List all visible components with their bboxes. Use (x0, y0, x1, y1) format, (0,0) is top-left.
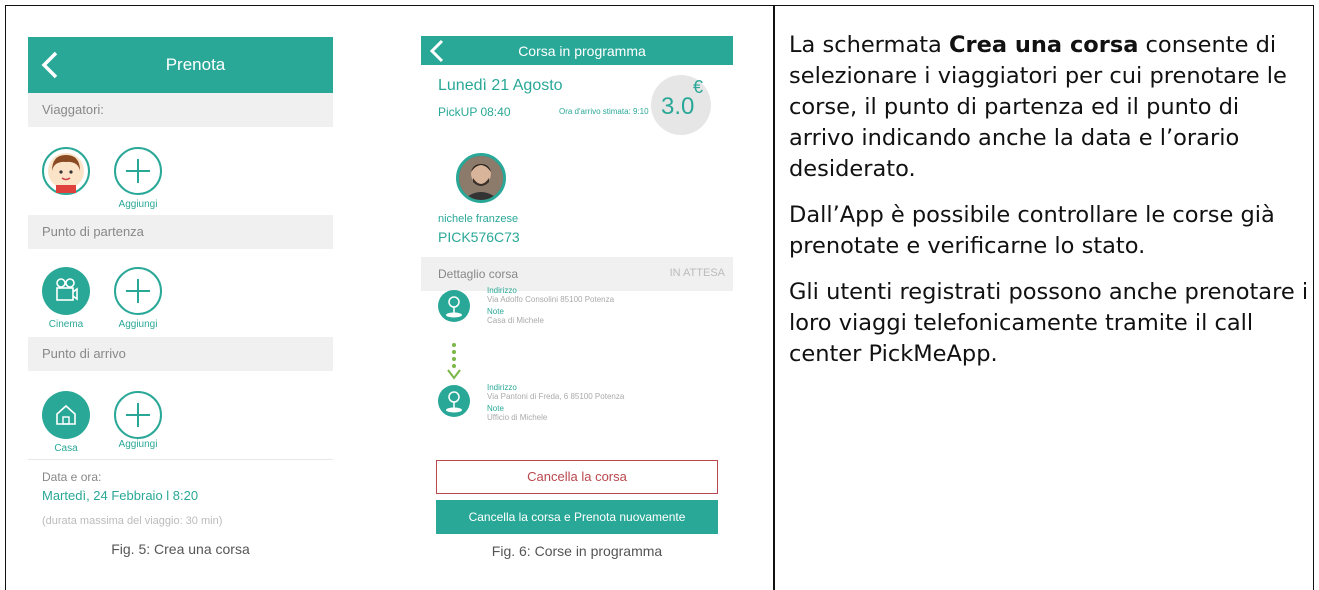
back-arrow-icon[interactable] (40, 50, 60, 80)
add-traveler-label: Aggiungi (118, 199, 158, 210)
add-arrival-label: Aggiungi (118, 439, 158, 450)
section-departure: Punto di partenza (28, 215, 333, 249)
departure-row: Cinema Aggiungi (28, 249, 333, 337)
section-arrival: Punto di arrivo (28, 337, 333, 371)
dropoff-address: Via Pantoni di Freda, 6 85100 Potenza (487, 392, 625, 401)
location-pin-icon (446, 391, 462, 413)
add-departure-button[interactable] (114, 267, 162, 315)
arrival-estimate: Ora d'arrivo stimata: 9:10 (559, 107, 649, 116)
add-traveler-button[interactable] (114, 147, 162, 195)
fig6-caption: Fig. 6: Corse in programma (491, 543, 663, 559)
route-arrow-icon (447, 343, 461, 380)
back-arrow-icon[interactable] (429, 39, 445, 63)
table-divider (773, 5, 775, 590)
detail-label: Dettaglio corsa (438, 267, 519, 281)
add-departure-label: Aggiungi (118, 319, 158, 330)
header-title: Corsa in programma (518, 42, 646, 59)
location-pin-icon (446, 296, 462, 318)
pickup-details: Indirizzo Via Adolfo Consolini 85100 Pot… (487, 286, 614, 328)
pickup-time: PickUP 08:40 (438, 105, 511, 119)
girl-avatar-icon (48, 153, 84, 193)
dropoff-address-label: Indirizzo (487, 383, 517, 392)
paragraph-check-rides: Dall’App è possibile controllare le cors… (789, 202, 1275, 259)
dropoff-note-label: Note (487, 404, 504, 413)
section-travelers: Viaggatori: (28, 93, 333, 127)
date-label: Data e ora: (42, 470, 102, 484)
header-bar: Prenota (28, 37, 333, 93)
status-badge: IN ATTESA (669, 267, 725, 279)
person-photo-icon (459, 156, 503, 200)
ride-summary: Lunedì 21 Agosto PickUP 08:40 Ora d'arri… (421, 65, 733, 245)
arrival-label: Casa (54, 443, 78, 454)
ride-code: PICK576C73 (438, 229, 520, 245)
duration-note: (durata massima del viaggio: 30 min) (42, 515, 223, 527)
price-badge: 3.0 € (651, 75, 711, 135)
plus-icon (126, 279, 150, 303)
add-arrival-button[interactable] (114, 391, 162, 439)
pickup-note-label: Note (487, 307, 504, 316)
fig6-screenshot: Corsa in programma Lunedì 21 Agosto Pick… (421, 36, 733, 556)
plus-icon (126, 403, 150, 427)
traveler-avatar[interactable] (42, 147, 90, 195)
arrival-home[interactable] (42, 391, 90, 439)
dropoff-note: Ufficio di Michele (487, 413, 548, 422)
fig5-screenshot: Prenota Viaggatori: Aggiungi Punto di pa… (28, 37, 333, 547)
pickup-note: Casa di Michele (487, 316, 544, 325)
p1-bold: Crea una corsa (949, 32, 1139, 58)
description-text: La schermata Crea una corsa consente di … (789, 30, 1309, 385)
currency-symbol: € (693, 77, 704, 97)
pickup-pin (438, 290, 470, 322)
pickup-address-label: Indirizzo (487, 286, 517, 295)
dropoff-details: Indirizzo Via Pantoni di Freda, 6 85100 … (487, 383, 624, 425)
departure-cinema[interactable] (42, 267, 90, 315)
pickup-address: Via Adolfo Consolini 85100 Potenza (487, 295, 615, 304)
paragraph-create-ride: La schermata Crea una corsa consente di … (789, 30, 1309, 185)
travelers-row: Aggiungi (28, 127, 333, 215)
date-value: Martedì, 24 Febbraio l 8:20 (42, 488, 199, 503)
ride-day: Lunedì 21 Agosto (438, 77, 563, 94)
arrival-row: Casa Aggiungi (28, 371, 333, 459)
date-section[interactable]: Data e ora: Martedì, 24 Febbraio l 8:20 … (28, 459, 333, 554)
price-value: 3.0 (661, 93, 695, 120)
departure-label: Cinema (48, 319, 84, 330)
passenger-avatar (456, 153, 506, 203)
p1-text-start: La schermata (789, 32, 949, 58)
fig5-caption: Fig. 5: Crea una corsa (111, 541, 250, 557)
header-title: Prenota (165, 55, 226, 74)
cancel-and-rebook-button[interactable]: Cancella la corsa e Prenota nuovamente (436, 500, 718, 534)
plus-icon (126, 159, 150, 183)
cancel-ride-button[interactable]: Cancella la corsa (436, 460, 718, 494)
header-bar: Corsa in programma (421, 36, 733, 65)
paragraph-call-center: Gli utenti registrati possono anche pren… (789, 279, 1309, 367)
dropoff-pin (438, 385, 470, 417)
camera-icon (56, 278, 78, 301)
home-icon (56, 404, 76, 425)
passenger-name: nichele franzese (438, 213, 519, 225)
